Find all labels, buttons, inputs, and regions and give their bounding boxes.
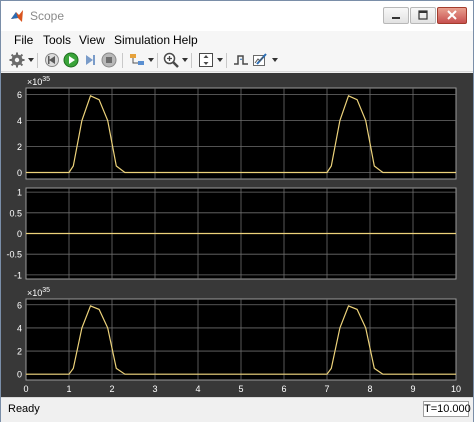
fit-dropdown-arrow[interactable] [217, 58, 223, 62]
x-tick-label: 6 [281, 384, 286, 394]
y-exponent-power: 35 [42, 76, 50, 83]
zoom-dropdown-arrow[interactable] [182, 58, 188, 62]
x-tick-label: 9 [410, 384, 415, 394]
menu-file[interactable]: File [14, 33, 33, 47]
toolbar-separator [226, 53, 227, 68]
stop-icon[interactable] [101, 52, 117, 68]
y-tick-label: -0.5 [6, 250, 22, 260]
x-tick-label: 2 [109, 384, 114, 394]
y-tick-label: 0 [17, 168, 22, 178]
menu-bar: File Tools View Simulation Help [1, 31, 473, 50]
y-tick-label: 6 [17, 90, 22, 100]
y-exponent-label: ×1035 [27, 287, 50, 298]
y-exponent-label: ×1035 [27, 76, 50, 87]
x-tick-label: 1 [66, 384, 71, 394]
x-tick-label: 5 [238, 384, 243, 394]
fit-to-view-icon[interactable] [198, 52, 214, 68]
y-tick-label: 4 [17, 116, 22, 126]
minimize-icon [392, 17, 400, 19]
y-tick-label: -1 [14, 270, 22, 280]
menu-simulation[interactable]: Simulation [114, 33, 170, 47]
status-bar: Ready T=10.000 [1, 397, 473, 422]
y-tick-label: 2 [17, 142, 22, 152]
toolbar-separator [157, 53, 158, 68]
step-forward-icon[interactable] [82, 52, 98, 68]
toolbar-separator [122, 53, 123, 68]
zoom-in-icon[interactable] [163, 52, 179, 68]
x-tick-label: 7 [324, 384, 329, 394]
y-exponent-power: 35 [42, 287, 50, 294]
x-tick-label: 10 [451, 384, 461, 394]
settings-dropdown-arrow[interactable] [28, 58, 34, 62]
matlab-logo-icon [11, 10, 23, 22]
triggers-icon[interactable] [233, 52, 249, 68]
menu-help[interactable]: Help [173, 33, 198, 47]
x-tick-label: 3 [152, 384, 157, 394]
toolbar [1, 50, 473, 72]
y-tick-label: 0.5 [9, 208, 22, 218]
x-tick-label: 8 [367, 384, 372, 394]
x-tick-label: 4 [195, 384, 200, 394]
step-back-icon[interactable] [44, 52, 60, 68]
y-tick-label: 6 [17, 300, 22, 310]
toolbar-separator [37, 53, 38, 68]
y-tick-label: 4 [17, 323, 22, 333]
measurements-icon[interactable] [252, 52, 268, 68]
y-tick-label: 1 [17, 188, 22, 198]
title-bar: Scope [1, 1, 473, 31]
maximize-icon [418, 10, 428, 20]
y-tick-label: 0 [17, 370, 22, 380]
window-title: Scope [30, 9, 65, 23]
status-text: Ready [8, 403, 40, 415]
scope-window: Scope File Tools View Simulation Help 0 … [0, 0, 474, 422]
settings-icon[interactable] [9, 52, 25, 68]
maximize-button[interactable] [410, 7, 436, 24]
highlight-dropdown-arrow[interactable] [148, 58, 154, 62]
highlight-icon[interactable] [129, 52, 145, 68]
y-tick-label: 2 [17, 347, 22, 357]
scope-display: 0 2 4 6 ×1035 -1 -0.5 0 0.5 1 0 2 4 6 ×1035 0 1 2 3 4 5 6 7 8 9 1… [1, 73, 473, 397]
simulation-time: T=10.000 [423, 401, 471, 417]
minimize-button[interactable] [383, 7, 409, 24]
measurements-dropdown-arrow[interactable] [272, 58, 278, 62]
y-tick-label: 0 [17, 229, 22, 239]
close-icon [447, 10, 457, 20]
toolbar-separator [191, 53, 192, 68]
close-button[interactable] [437, 7, 467, 24]
scope-plots: 0246×1035-1-0.500.510246×10350 1 2 3 4 5 6 7 8 9 1… [6, 76, 461, 394]
run-icon[interactable] [63, 52, 79, 68]
menu-tools[interactable]: Tools [43, 33, 71, 47]
x-tick-label: 0 [23, 384, 28, 394]
menu-view[interactable]: View [79, 33, 105, 47]
